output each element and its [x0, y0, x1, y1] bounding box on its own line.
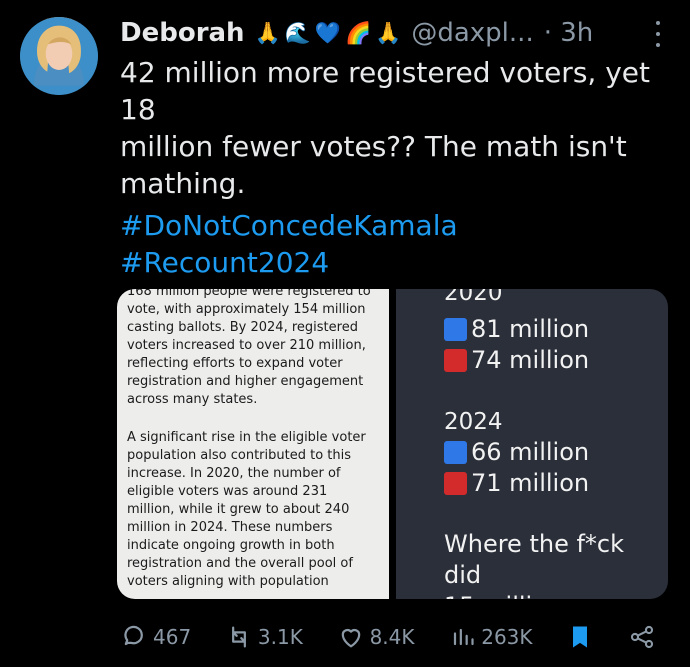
red-square-icon — [444, 471, 467, 495]
image-paragraph: 168 million people were registered to vo… — [127, 289, 371, 407]
dot-icon — [656, 43, 660, 47]
avatar[interactable] — [20, 17, 98, 95]
vote-count: 71 million — [471, 469, 590, 497]
dot-icon — [656, 21, 660, 25]
emoji-badge: 🌈 — [345, 21, 372, 45]
vote-count: 74 million — [471, 346, 590, 374]
hashtag-link[interactable]: #Recount2024 — [120, 244, 329, 281]
blue-square-icon — [444, 317, 467, 341]
author-handle[interactable]: @daxpl... — [411, 16, 533, 50]
bookmark-icon — [566, 623, 594, 651]
repost-count: 3.1K — [257, 625, 303, 649]
bookmark-button[interactable] — [566, 623, 594, 651]
tweet-actions: 467 3.1K 8.4K 263K — [120, 619, 656, 655]
more-options-icon[interactable] — [656, 21, 660, 47]
reply-button[interactable]: 467 — [120, 623, 191, 651]
year-label: 2024 — [444, 409, 503, 435]
like-button[interactable]: 8.4K — [337, 623, 415, 651]
vote-stat: 81 million — [444, 314, 589, 344]
hashtag-link[interactable]: #DoNotConcedeKamala — [120, 207, 458, 244]
emoji-badge: 🙏 — [375, 21, 402, 45]
vote-stat: 74 million — [444, 345, 589, 375]
views-icon — [448, 623, 476, 651]
emoji-badge: 🙏 — [254, 21, 281, 45]
emoji-badge: 💙 — [314, 21, 342, 45]
share-icon — [628, 623, 656, 651]
emoji-badge: 🌊 — [284, 21, 311, 45]
red-square-icon — [444, 348, 467, 372]
vote-stat: 66 million — [444, 437, 589, 467]
tweet-time[interactable]: · 3h — [544, 16, 594, 50]
repost-button[interactable]: 3.1K — [225, 623, 303, 651]
tweet-header: Deborah 🙏 🌊 💙 🌈 🙏 @daxpl... · 3h — [120, 16, 660, 50]
reply-icon — [120, 623, 148, 651]
image-paragraph: A significant rise in the eligible voter… — [127, 430, 366, 589]
closing-question: Where the f*ck did 15 million Democrats … — [444, 530, 624, 599]
blue-square-icon — [444, 440, 467, 464]
vote-count: 66 million — [471, 438, 590, 466]
dot-icon — [656, 32, 660, 36]
author-emoji-badges: 🙏 🌊 💙 🌈 🙏 — [255, 16, 402, 50]
author-name[interactable]: Deborah — [120, 16, 245, 50]
year-label: 2020 — [444, 289, 503, 306]
vote-count: 81 million — [471, 315, 590, 343]
heart-icon — [337, 623, 365, 651]
repost-icon — [225, 623, 253, 651]
vote-stat: 71 million — [444, 468, 589, 498]
views-count: 263K — [481, 625, 533, 649]
views-button[interactable]: 263K — [448, 623, 533, 651]
like-count: 8.4K — [369, 625, 415, 649]
tweet-text: 42 million more registered voters, yet 1… — [120, 56, 650, 200]
reply-count: 467 — [153, 625, 192, 649]
media-image-right[interactable]: 2020 81 million 74 million 2024 66 milli… — [396, 289, 668, 599]
media-image-left[interactable]: 168 million people were registered to vo… — [117, 289, 389, 599]
share-button[interactable] — [628, 623, 656, 651]
